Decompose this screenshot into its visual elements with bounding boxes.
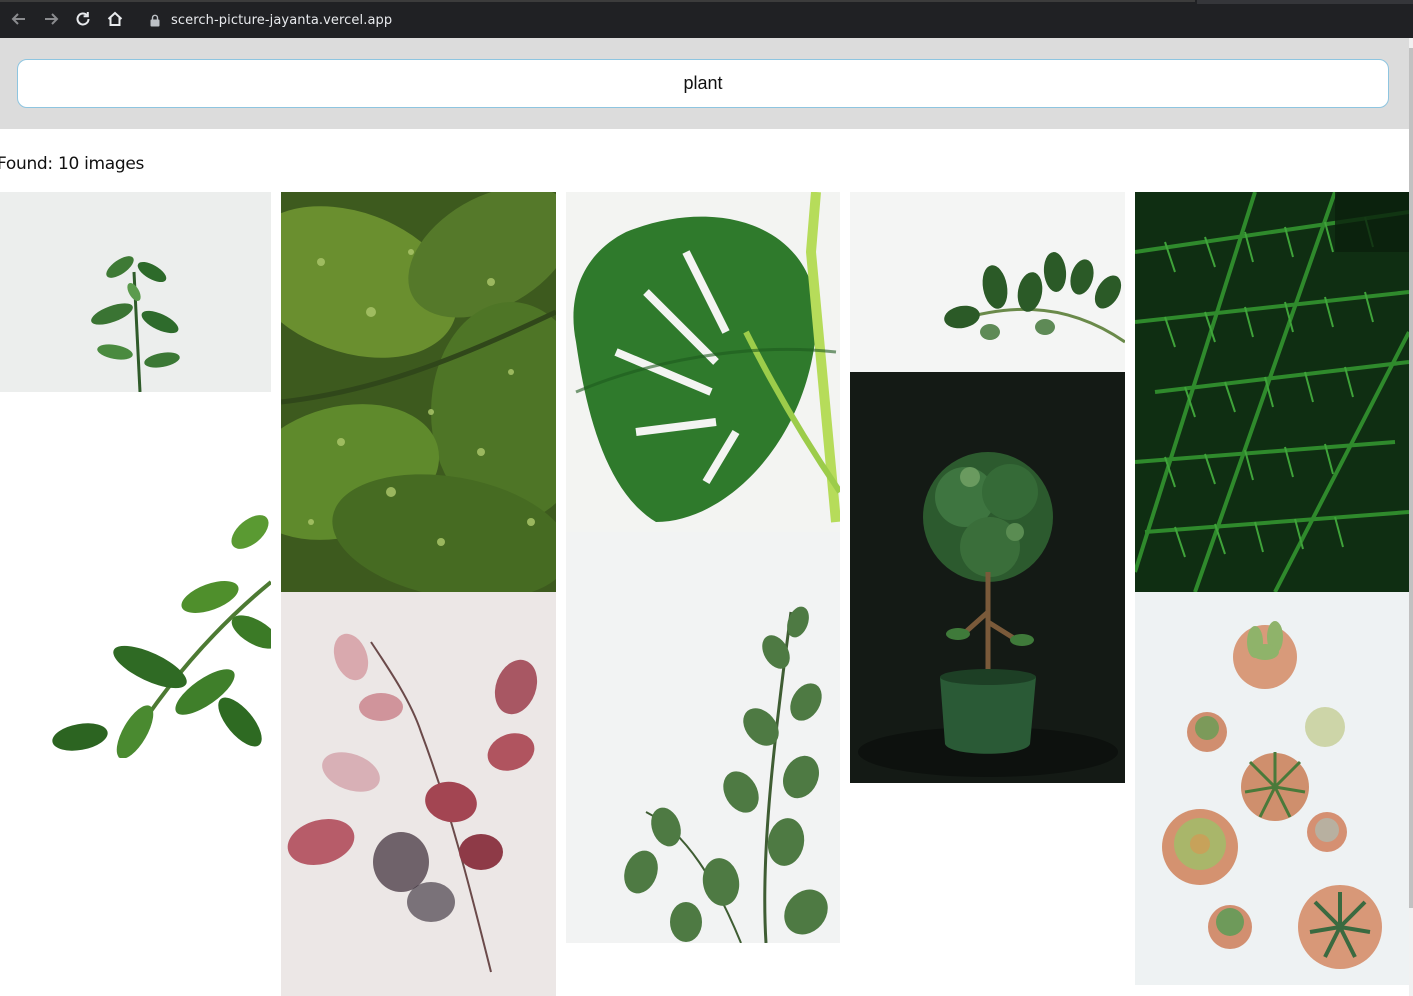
scrollbar-thumb[interactable] xyxy=(1409,48,1413,908)
gallery-image[interactable] xyxy=(281,192,556,592)
gallery-image[interactable] xyxy=(850,192,1125,372)
gallery-image[interactable] xyxy=(1135,592,1409,985)
gallery-image[interactable] xyxy=(0,392,271,758)
gallery-image[interactable] xyxy=(566,192,840,532)
gallery-image[interactable] xyxy=(850,372,1125,783)
image-gallery xyxy=(0,0,1413,996)
scrollbar[interactable] xyxy=(1409,38,1413,996)
gallery-image[interactable] xyxy=(0,192,271,392)
gallery-image[interactable] xyxy=(281,592,556,996)
gallery-image[interactable] xyxy=(566,532,840,943)
gallery-image[interactable] xyxy=(1135,192,1409,592)
